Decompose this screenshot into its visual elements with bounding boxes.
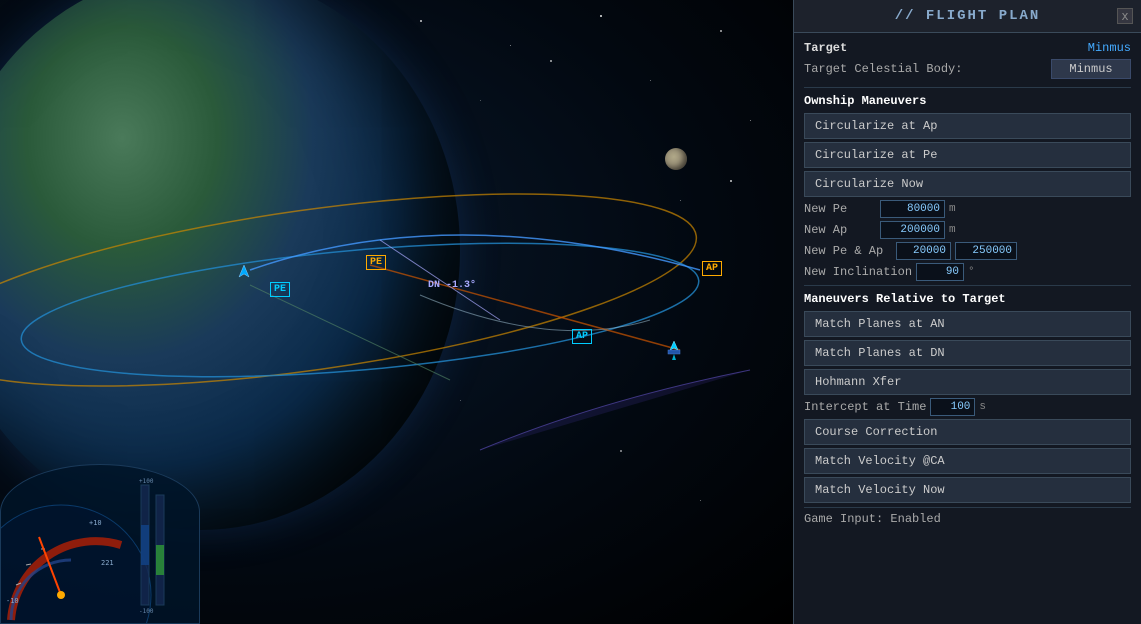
new-inclination-unit: °	[968, 266, 975, 278]
space-background: PE PE AP AP DN -1.3°	[0, 0, 793, 624]
hohmann-xfer-button[interactable]: Hohmann Xfer	[804, 369, 1131, 395]
svg-text:221: 221	[101, 559, 114, 567]
planet	[0, 0, 460, 530]
intercept-row: Intercept at Time s	[804, 398, 1131, 416]
match-planes-an-button[interactable]: Match Planes at AN	[804, 311, 1131, 337]
intercept-label: Intercept at Time	[804, 400, 926, 414]
match-velocity-now-button[interactable]: Match Velocity Now	[804, 477, 1131, 503]
panel-header: // FLIGHT PLAN x	[794, 0, 1141, 33]
body-row: Target Celestial Body: Minmus	[804, 59, 1131, 79]
divider-3	[804, 507, 1131, 508]
new-ap-input[interactable]	[880, 221, 945, 239]
circularize-now-button[interactable]: Circularize Now	[804, 171, 1131, 197]
divider-2	[804, 285, 1131, 286]
intercept-unit: s	[979, 401, 986, 413]
new-pe-row: New Pe m	[804, 200, 1131, 218]
new-inclination-row: New Inclination °	[804, 263, 1131, 281]
intercept-input[interactable]	[930, 398, 975, 416]
relative-section-header: Maneuvers Relative to Target	[804, 292, 1131, 306]
instrument-panel: -10 +10 221 +100 -100	[0, 464, 200, 624]
new-ap-unit: m	[949, 224, 956, 236]
panel-title: // FLIGHT PLAN	[895, 8, 1041, 24]
close-button[interactable]: x	[1117, 8, 1133, 24]
status-label: Game Input: Enabled	[804, 512, 941, 526]
spacecraft-icon	[235, 263, 251, 279]
match-velocity-ca-button[interactable]: Match Velocity @CA	[804, 448, 1131, 474]
new-inclination-input[interactable]	[916, 263, 964, 281]
svg-text:+100: +100	[139, 478, 154, 485]
target-link[interactable]: Minmus	[1088, 41, 1131, 55]
new-pe-ap-input1[interactable]	[896, 242, 951, 260]
new-pe-unit: m	[949, 203, 956, 215]
svg-text:-100: -100	[139, 608, 154, 615]
new-pe-ap-label: New Pe & Ap	[804, 244, 892, 258]
moon	[665, 148, 687, 170]
divider-1	[804, 87, 1131, 88]
map-label-ap2: AP	[572, 330, 592, 342]
ownship-section-header: Ownship Maneuvers	[804, 94, 1131, 108]
panel-content: Target Minmus Target Celestial Body: Min…	[794, 33, 1141, 624]
new-pe-label: New Pe	[804, 202, 876, 216]
circularize-ap-button[interactable]: Circularize at Ap	[804, 113, 1131, 139]
circularize-pe-button[interactable]: Circularize at Pe	[804, 142, 1131, 168]
target-body-button[interactable]: Minmus	[1051, 59, 1131, 79]
new-pe-input[interactable]	[880, 200, 945, 218]
new-inclination-label: New Inclination	[804, 265, 912, 279]
target-section-label: Target	[804, 41, 847, 55]
target-vessel-icon	[666, 340, 682, 366]
new-pe-ap-input2[interactable]	[955, 242, 1017, 260]
target-section-row: Target Minmus	[804, 41, 1131, 55]
svg-text:+10: +10	[89, 519, 102, 527]
map-label-ap1: AP	[702, 262, 722, 274]
match-planes-dn-button[interactable]: Match Planes at DN	[804, 340, 1131, 366]
new-ap-label: New Ap	[804, 223, 876, 237]
status-row: Game Input: Enabled	[804, 512, 1131, 526]
new-pe-ap-row: New Pe & Ap	[804, 242, 1131, 260]
map-label-dn: DN -1.3°	[428, 280, 476, 291]
map-label-pe1: PE	[366, 256, 386, 268]
svg-text:-10: -10	[6, 597, 19, 605]
map-label-pe2: PE	[270, 283, 290, 295]
new-ap-row: New Ap m	[804, 221, 1131, 239]
body-label: Target Celestial Body:	[804, 62, 962, 76]
flight-plan-panel: // FLIGHT PLAN x Target Minmus Target Ce…	[793, 0, 1141, 624]
course-correction-button[interactable]: Course Correction	[804, 419, 1131, 445]
